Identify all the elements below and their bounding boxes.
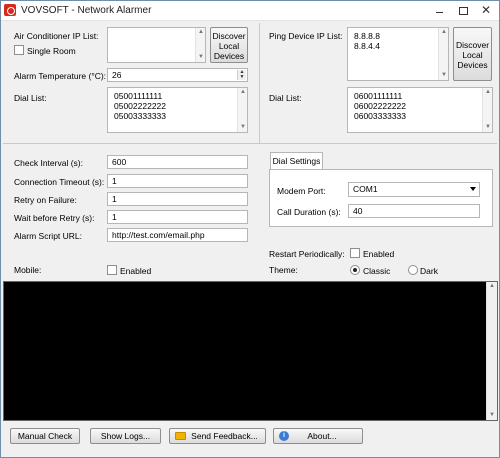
scroll-down-icon[interactable]: ▼ xyxy=(487,411,497,420)
log-console[interactable]: ▲ ▼ xyxy=(3,281,498,421)
scroll-up-icon[interactable]: ▲ xyxy=(196,28,206,37)
single-room-checkbox[interactable] xyxy=(14,45,24,55)
show-logs-button[interactable]: Show Logs... xyxy=(90,428,161,444)
alarm-temperature-label: Alarm Temperature (°C): xyxy=(14,71,107,81)
horizontal-divider xyxy=(3,143,497,144)
restart-enabled-label: Enabled xyxy=(363,249,395,259)
ac-ip-list-label: Air Conditioner IP List: xyxy=(14,31,99,41)
theme-classic-radio[interactable] xyxy=(350,265,360,275)
ac-ip-scrollbar[interactable]: ▲ ▼ xyxy=(195,28,205,62)
alarm-temperature-input[interactable]: 26 ▲ ▼ xyxy=(107,68,248,82)
scroll-down-icon[interactable]: ▼ xyxy=(483,123,493,132)
manual-check-button[interactable]: Manual Check xyxy=(10,428,80,444)
ping-discover-button[interactable]: Discover Local Devices xyxy=(453,27,492,81)
call-duration-input[interactable]: 40 xyxy=(348,204,480,218)
ac-dial-list-input[interactable]: 05001111111 05002222222 05003333333 ▲ ▼ xyxy=(107,87,248,133)
vertical-divider xyxy=(259,23,260,143)
check-interval-input[interactable]: 600 xyxy=(107,155,248,169)
maximize-button[interactable] xyxy=(456,5,470,16)
console-scrollbar[interactable]: ▲ ▼ xyxy=(486,282,497,420)
chevron-down-icon xyxy=(470,187,476,191)
scroll-down-icon[interactable]: ▼ xyxy=(439,71,449,80)
folder-icon xyxy=(175,432,186,440)
ping-ip-list-label: Ping Device IP List: xyxy=(269,31,343,41)
info-icon: i xyxy=(279,431,289,441)
ping-dial-scrollbar[interactable]: ▲ ▼ xyxy=(482,88,492,132)
ping-dial-list-input[interactable]: 06001111111 06002222222 06003333333 ▲ ▼ xyxy=(347,87,493,133)
ac-dial-scrollbar[interactable]: ▲ ▼ xyxy=(237,88,247,132)
scroll-up-icon[interactable]: ▲ xyxy=(487,282,497,291)
wait-before-retry-input[interactable]: 1 xyxy=(107,210,248,224)
window-title: VOVSOFT - Network Alarmer xyxy=(21,5,152,16)
ping-ip-list-input[interactable]: 8.8.8.8 8.8.4.4 ▲ ▼ xyxy=(347,27,449,81)
retry-on-failure-label: Retry on Failure: xyxy=(14,195,77,205)
retry-on-failure-input[interactable]: 1 xyxy=(107,192,248,206)
modem-port-label: Modem Port: xyxy=(277,186,326,196)
about-button[interactable]: i About... xyxy=(273,428,363,444)
app-icon xyxy=(4,4,16,16)
temperature-spinner[interactable]: ▲ ▼ xyxy=(237,70,246,80)
send-feedback-button[interactable]: Send Feedback... xyxy=(169,428,266,444)
single-room-label: Single Room xyxy=(27,46,76,56)
scroll-down-icon[interactable]: ▼ xyxy=(238,123,248,132)
theme-dark-label: Dark xyxy=(420,266,438,276)
mobile-enabled-checkbox[interactable] xyxy=(107,265,117,275)
theme-classic-label: Classic xyxy=(363,266,391,276)
alarm-script-url-input[interactable]: http://test.com/email.php xyxy=(107,228,248,242)
restart-enabled-checkbox[interactable] xyxy=(350,248,360,258)
ac-ip-list-input[interactable]: ▲ ▼ xyxy=(107,27,206,63)
dial-settings-panel: Modem Port: COM1 Call Duration (s): 40 xyxy=(269,169,493,227)
connection-timeout-input[interactable]: 1 xyxy=(107,174,248,188)
bottom-toolbar: Manual Check Show Logs... Send Feedback.… xyxy=(1,421,499,457)
scroll-up-icon[interactable]: ▲ xyxy=(238,88,248,97)
tab-dial-settings[interactable]: Dial Settings xyxy=(270,152,323,170)
theme-label: Theme: xyxy=(269,265,298,275)
modem-port-select[interactable]: COM1 xyxy=(348,182,480,197)
close-button[interactable]: ✕ xyxy=(479,4,493,16)
title-bar: VOVSOFT - Network Alarmer ✕ xyxy=(1,1,499,21)
ping-dial-list-label: Dial List: xyxy=(269,93,302,103)
connection-timeout-label: Connection Timeout (s): xyxy=(14,177,105,187)
scroll-down-icon[interactable]: ▼ xyxy=(196,53,206,62)
theme-dark-radio[interactable] xyxy=(408,265,418,275)
check-interval-label: Check Interval (s): xyxy=(14,158,83,168)
app-window: VOVSOFT - Network Alarmer ✕ Air Conditio… xyxy=(0,0,500,458)
wait-before-retry-label: Wait before Retry (s): xyxy=(14,213,95,223)
minimize-button[interactable] xyxy=(433,5,447,16)
ping-ip-scrollbar[interactable]: ▲ ▼ xyxy=(438,28,448,80)
ac-dial-list-label: Dial List: xyxy=(14,93,47,103)
mobile-enabled-label: Enabled xyxy=(120,266,152,276)
ac-discover-button[interactable]: Discover Local Devices xyxy=(210,27,248,63)
alarm-script-url-label: Alarm Script URL: xyxy=(14,231,83,241)
scroll-up-icon[interactable]: ▲ xyxy=(439,28,449,37)
mobile-label: Mobile: xyxy=(14,265,42,275)
call-duration-label: Call Duration (s): xyxy=(277,207,341,217)
scroll-up-icon[interactable]: ▲ xyxy=(483,88,493,97)
restart-periodically-label: Restart Periodically: xyxy=(269,249,345,259)
